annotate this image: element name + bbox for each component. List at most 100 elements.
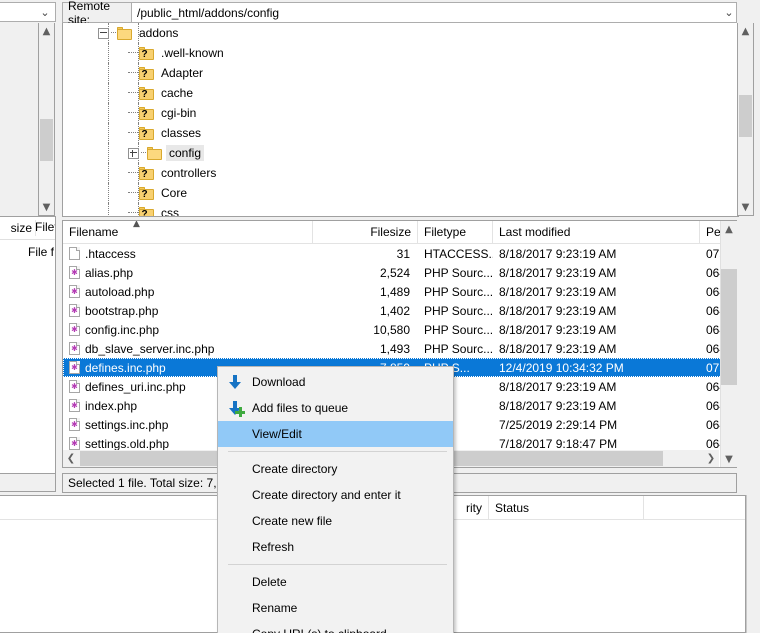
expand-node-icon[interactable] xyxy=(128,147,139,159)
scroll-up-icon[interactable]: ▲ xyxy=(39,23,54,39)
folder-icon xyxy=(147,146,162,160)
table-row[interactable]: autoload.php 1,489 PHP Sourc... 8/18/2017 9… xyxy=(63,282,736,301)
menu-item-create-new-file[interactable]: Create new file xyxy=(218,508,453,534)
scroll-up-icon[interactable]: ▲ xyxy=(721,221,737,237)
php-file-icon xyxy=(69,437,80,450)
tree-item-adapter[interactable]: ? Adapter xyxy=(63,63,738,83)
tree-connector xyxy=(128,132,138,134)
tree-guide-line xyxy=(138,23,139,43)
filename-label: config.inc.php xyxy=(85,322,160,337)
tree-item-cgi-bin[interactable]: ? cgi-bin xyxy=(63,103,738,123)
tree-item-cache[interactable]: ? cache xyxy=(63,83,738,103)
local-file-list-cropped[interactable]: size Filet File f ❯ xyxy=(0,216,56,491)
cell-last-modified: 8/18/2017 9:23:19 AM xyxy=(499,284,617,299)
file-list-header: Filename▲FilesizeFiletypeLast modifiedPe… xyxy=(63,221,736,244)
menu-item-label: Create new file xyxy=(252,514,333,528)
tree-item-core[interactable]: ? Core xyxy=(63,183,738,203)
menu-item-refresh[interactable]: Refresh xyxy=(218,534,453,560)
local-list-row[interactable]: File f xyxy=(0,243,55,261)
tree-item-classes[interactable]: ? classes xyxy=(63,123,738,143)
filename-label: index.php xyxy=(85,398,138,413)
local-site-combo-cropped[interactable]: ⌄ xyxy=(0,2,56,22)
tree-item-config[interactable]: config xyxy=(63,143,738,163)
menu-item-rename[interactable]: Rename xyxy=(218,595,453,621)
tree-item-label: config xyxy=(166,145,205,161)
column-header-status[interactable]: Status xyxy=(489,496,644,519)
cell-filetype: PHP Sourc... xyxy=(424,303,493,318)
filename-label: defines.inc.php xyxy=(85,360,166,375)
tree-left-scrollbar[interactable]: ▲ ▼ xyxy=(38,23,55,216)
scroll-down-icon[interactable]: ▼ xyxy=(738,199,753,215)
column-header-filetype[interactable]: Filet xyxy=(32,220,55,236)
scroll-left-icon[interactable]: ❮ xyxy=(63,450,79,467)
php-file-icon xyxy=(69,304,80,317)
column-header-filesize[interactable]: Filesize xyxy=(313,221,418,243)
menu-item-add-files-to-queue[interactable]: Add files to queue xyxy=(218,395,453,421)
column-header-filesize[interactable]: size xyxy=(0,220,36,236)
column-header-filename[interactable]: Filename ▲ xyxy=(63,221,313,243)
cell-filesize: 1,489 xyxy=(379,284,410,299)
folder-unknown-icon: ? xyxy=(139,126,154,140)
cell-last-modified: 8/18/2017 9:23:19 AM xyxy=(499,341,617,356)
download-arrow-plus-icon xyxy=(226,399,245,417)
tree-item-label: Adapter xyxy=(161,66,204,80)
scroll-down-icon[interactable]: ▼ xyxy=(721,451,737,467)
menu-item-delete[interactable]: Delete xyxy=(218,569,453,595)
cell-filesize: 1,402 xyxy=(379,303,410,318)
remote-site-dropdown-chevron-down-icon[interactable]: ⌄ xyxy=(722,2,737,23)
scroll-down-icon[interactable]: ▼ xyxy=(39,199,54,215)
menu-item-label: Create directory and enter it xyxy=(252,488,401,502)
cell-filesize: 31 xyxy=(396,246,410,261)
tree-connector xyxy=(128,92,138,94)
table-row[interactable]: db_slave_server.inc.php 1,493 PHP Sourc...… xyxy=(63,339,736,358)
menu-item-create-directory[interactable]: Create directory xyxy=(218,456,453,482)
scroll-thumb[interactable] xyxy=(721,269,737,385)
table-row[interactable]: .htaccess 31 HTACCESS... 8/18/2017 9:23:19 … xyxy=(63,244,736,263)
remote-site-path-input[interactable]: /public_html/addons/config xyxy=(132,2,737,23)
cell-filename: config.inc.php xyxy=(63,320,313,339)
scroll-thumb[interactable] xyxy=(739,95,752,137)
file-list-scrollbar[interactable]: ▲ ▼ xyxy=(720,221,737,467)
menu-item-view-edit[interactable]: View/Edit xyxy=(218,421,453,447)
tree-item-label: classes xyxy=(161,126,202,140)
filename-label: settings.old.php xyxy=(85,436,170,451)
tree-guide-line xyxy=(108,183,109,203)
menu-item-copy-url-s-to-clipboard[interactable]: Copy URL(s) to clipboard xyxy=(218,621,453,633)
tree-item-controllers[interactable]: ? controllers xyxy=(63,163,738,183)
column-header-last-modified[interactable]: Last modified xyxy=(493,221,700,243)
menu-item-label: Create directory xyxy=(252,462,338,476)
collapse-node-icon[interactable] xyxy=(98,27,109,39)
queue-scrollbar-gutter[interactable] xyxy=(746,495,754,633)
scroll-up-icon[interactable]: ▲ xyxy=(738,23,753,39)
cell-filesize: 2,524 xyxy=(379,265,410,280)
tree-item--well-known[interactable]: ? .well-known xyxy=(63,43,738,63)
filename-label: defines_uri.inc.php xyxy=(85,379,186,394)
menu-separator xyxy=(228,451,447,452)
file-context-menu[interactable]: Download Add files to queue View/Edit Creat… xyxy=(217,366,454,633)
menu-item-create-directory-and-enter-it[interactable]: Create directory and enter it xyxy=(218,482,453,508)
column-header-filetype[interactable]: Filetype xyxy=(418,221,493,243)
php-file-icon xyxy=(69,361,80,374)
table-row[interactable]: config.inc.php 10,580 PHP Sourc... 8/18/201… xyxy=(63,320,736,339)
table-row[interactable]: bootstrap.php 1,402 PHP Sourc... 8/18/2017 … xyxy=(63,301,736,320)
menu-item-label: Add files to queue xyxy=(252,401,349,415)
download-arrow-icon xyxy=(226,373,244,391)
remote-directory-tree[interactable]: addons? .well-known? Adapter? cache? cgi-bin… xyxy=(62,23,739,217)
tree-item-label: cgi-bin xyxy=(161,106,197,120)
php-file-icon xyxy=(69,399,80,412)
cell-last-modified: 8/18/2017 9:23:19 AM xyxy=(499,322,617,337)
scroll-right-icon[interactable]: ❯ xyxy=(703,450,719,467)
column-header-label: Filename xyxy=(69,225,119,239)
tree-connector xyxy=(128,192,138,194)
php-file-icon xyxy=(69,323,80,336)
tree-right-scrollbar[interactable]: ▲ ▼ xyxy=(737,23,754,216)
folder-unknown-icon: ? xyxy=(139,186,154,200)
tree-guide-line xyxy=(108,163,109,183)
chevron-down-icon[interactable]: ⌄ xyxy=(38,3,52,21)
menu-item-download[interactable]: Download xyxy=(218,369,453,395)
cell-filename: alias.php xyxy=(63,263,313,282)
tree-item-css[interactable]: ? css xyxy=(63,203,738,216)
tree-item-addons[interactable]: addons xyxy=(63,23,738,43)
scroll-thumb[interactable] xyxy=(40,119,53,161)
table-row[interactable]: alias.php 2,524 PHP Sourc... 8/18/2017 9:23… xyxy=(63,263,736,282)
